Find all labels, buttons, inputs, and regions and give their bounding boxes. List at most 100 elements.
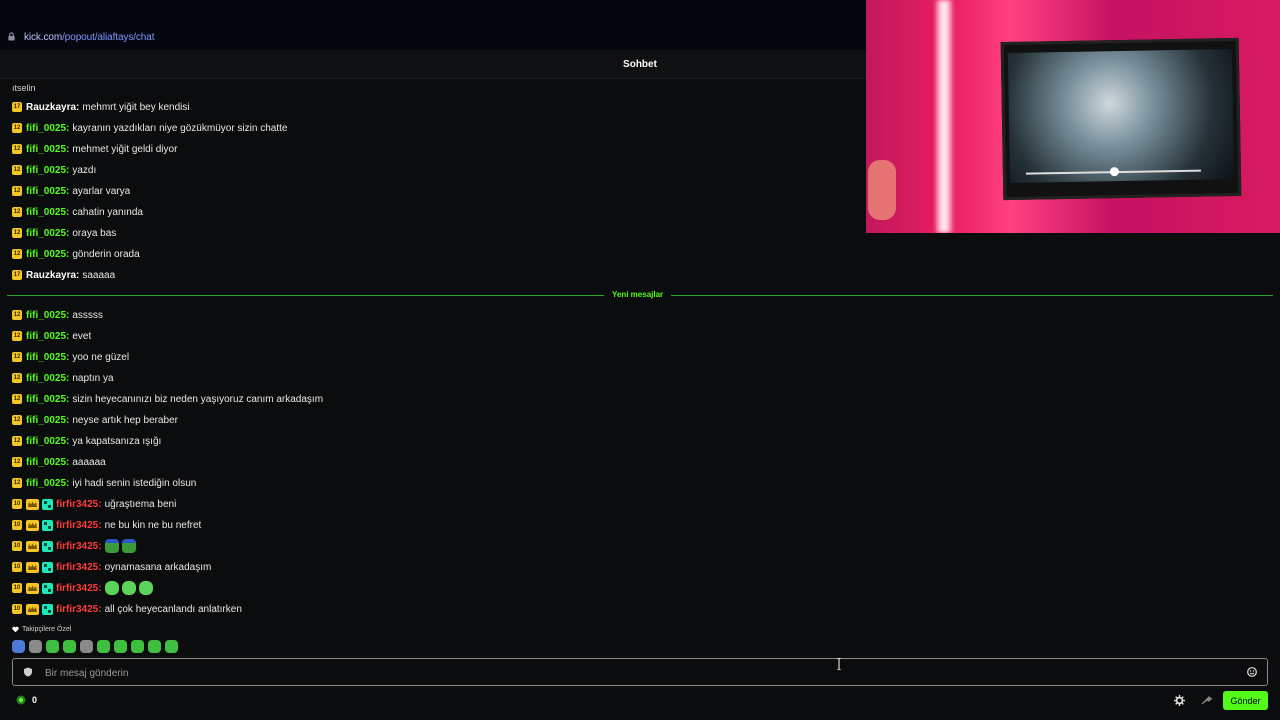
chat-message-text: neyse artık hep beraber bbox=[72, 414, 178, 426]
crown-badge-icon bbox=[26, 603, 39, 615]
chat-message-text: cahatin yanında bbox=[72, 206, 143, 218]
subscriber-badge-icon: 10 bbox=[12, 604, 22, 614]
chat-message: 12 fifi_0025: ya kapatsanıza ışığı bbox=[12, 433, 161, 449]
chat-username[interactable]: firfir3425: bbox=[56, 583, 102, 594]
chat-username[interactable]: fifi_0025: bbox=[26, 186, 69, 197]
pin-icon[interactable] bbox=[1200, 695, 1213, 706]
chat-message-text: sizin heyecanınızı biz neden yaşıyoruz c… bbox=[72, 393, 324, 405]
subscriber-badge-icon: 12 bbox=[12, 228, 22, 238]
chat-username[interactable]: fifi_0025: bbox=[26, 436, 69, 447]
subscriber-badge-icon: 12 bbox=[12, 457, 22, 467]
chat-message-text: gönderin orada bbox=[72, 248, 140, 260]
emote-5-icon[interactable] bbox=[80, 640, 93, 653]
subscriber-badge-icon: 10 bbox=[12, 499, 22, 509]
subscriber-badge-icon: 17 bbox=[12, 102, 22, 112]
chat-username[interactable]: Rauzkayra: bbox=[26, 270, 79, 281]
subscriber-badge-icon: 12 bbox=[12, 394, 22, 404]
emote-7-icon[interactable] bbox=[114, 640, 127, 653]
subscriber-badge-icon: 12 bbox=[12, 207, 22, 217]
subscriber-badge-icon: 12 bbox=[12, 310, 22, 320]
message-input[interactable] bbox=[43, 663, 1237, 683]
chat-message: 12 fifi_0025: mehmet yiğit geldi diyor bbox=[12, 141, 177, 157]
chat-username[interactable]: fifi_0025: bbox=[26, 352, 69, 363]
neon-light bbox=[936, 0, 952, 233]
chat-username[interactable]: fifi_0025: bbox=[26, 310, 69, 321]
browser-url-bar[interactable]: kick.com/popout/aliaftays/chat bbox=[0, 0, 866, 50]
chat-message: 17 Rauzkayra: saaaaa bbox=[12, 267, 115, 283]
chat-message-text: yazdı bbox=[72, 164, 97, 176]
chat-message-text: yoo ne güzel bbox=[72, 351, 130, 363]
subscriber-badge-icon: 12 bbox=[12, 249, 22, 259]
chat-message-text: kayranın yazdıkları niye gözükmüyor sizi… bbox=[72, 122, 288, 134]
tv-screen bbox=[1000, 37, 1242, 201]
subscriber-badge-icon: 12 bbox=[12, 186, 22, 196]
heart-icon bbox=[12, 626, 19, 633]
subscriber-badge-icon: 10 bbox=[12, 520, 22, 530]
url-path: /popout/aliaftays/chat bbox=[62, 32, 155, 43]
chat-message: 17 Rauzkayra: mehmrt yiğit bey kendisi bbox=[12, 99, 190, 115]
chat-message-text: naptın ya bbox=[72, 372, 114, 384]
chat-message: 12 fifi_0025: cahatin yanında bbox=[12, 204, 143, 220]
emote-9-icon[interactable] bbox=[148, 640, 161, 653]
chat-message-text: evet bbox=[72, 330, 92, 342]
chat-message: 10 firfir3425: bbox=[12, 580, 153, 596]
chat-username[interactable]: firfir3425: bbox=[56, 499, 102, 510]
gifter-badge-icon bbox=[42, 519, 53, 531]
crown-badge-icon bbox=[26, 561, 39, 573]
chat-message: 10 firfir3425: bbox=[12, 538, 136, 554]
emoji-picker-icon[interactable] bbox=[1247, 667, 1257, 677]
message-input-box[interactable] bbox=[12, 658, 1268, 686]
crown-badge-icon bbox=[26, 519, 39, 531]
chat-message-text: mehmet yiğit geldi diyor bbox=[72, 143, 178, 155]
subscriber-badge-icon: 12 bbox=[12, 415, 22, 425]
chat-username[interactable]: fifi_0025: bbox=[26, 331, 69, 342]
gear-icon[interactable] bbox=[1174, 695, 1185, 706]
chat-username[interactable]: firfir3425: bbox=[56, 562, 102, 573]
chat-message: 12 fifi_0025: naptın ya bbox=[12, 370, 114, 386]
chat-username[interactable]: fifi_0025: bbox=[26, 228, 69, 239]
gifter-badge-icon bbox=[42, 561, 53, 573]
send-button[interactable]: Gönder bbox=[1223, 691, 1268, 710]
stream-video-player[interactable] bbox=[866, 0, 1280, 233]
emote-6-icon[interactable] bbox=[97, 640, 110, 653]
emote-1-icon[interactable] bbox=[12, 640, 25, 653]
chat-message: 12 fifi_0025: ayarlar varya bbox=[12, 183, 130, 199]
chat-username[interactable]: fifi_0025: bbox=[26, 457, 69, 468]
emote-10-icon[interactable] bbox=[165, 640, 178, 653]
chat-message: 10 firfir3425: all çok heyecanlandı anlatı… bbox=[12, 601, 242, 617]
emote-4-icon[interactable] bbox=[63, 640, 76, 653]
url-text[interactable]: kick.com/popout/aliaftays/chat bbox=[24, 32, 155, 43]
emote-8-icon[interactable] bbox=[131, 640, 144, 653]
chat-username[interactable]: fifi_0025: bbox=[26, 415, 69, 426]
chat-username[interactable]: Rauzkayra: bbox=[26, 102, 79, 113]
lock-icon bbox=[8, 32, 15, 41]
subscriber-badge-icon: 12 bbox=[12, 478, 22, 488]
chat-username[interactable]: fifi_0025: bbox=[26, 249, 69, 260]
followers-only-label: Takipçilere Özel bbox=[22, 626, 72, 633]
chat-message-text: all çok heyecanlandı anlatırken bbox=[104, 603, 242, 615]
subscriber-badge-icon: 10 bbox=[12, 562, 22, 572]
emote-2-icon[interactable] bbox=[29, 640, 42, 653]
chat-message-text: asssss bbox=[72, 309, 103, 321]
text-cursor-icon bbox=[837, 658, 841, 670]
points-value: 0 bbox=[32, 695, 38, 705]
gifter-badge-icon bbox=[42, 582, 53, 594]
url-host: kick.com bbox=[24, 32, 63, 43]
channel-points[interactable]: 0 bbox=[16, 695, 37, 705]
emote-3-icon[interactable] bbox=[46, 640, 59, 653]
chat-username[interactable]: fifi_0025: bbox=[26, 373, 69, 384]
tv-progress-knob bbox=[1109, 167, 1119, 177]
chat-username[interactable]: firfir3425: bbox=[56, 520, 102, 531]
chat-username[interactable]: fifi_0025: bbox=[26, 394, 69, 405]
chat-message-text: saaaaa bbox=[82, 269, 116, 281]
chat-username[interactable]: fifi_0025: bbox=[26, 165, 69, 176]
chat-username[interactable]: fifi_0025: bbox=[26, 144, 69, 155]
gifter-badge-icon bbox=[42, 498, 53, 510]
chat-username[interactable]: fifi_0025: bbox=[26, 478, 69, 489]
chat-username[interactable]: firfir3425: bbox=[56, 541, 102, 552]
chat-username[interactable]: fifi_0025: bbox=[26, 123, 69, 134]
chat-username[interactable]: fifi_0025: bbox=[26, 207, 69, 218]
chat-username[interactable]: firfir3425: bbox=[56, 604, 102, 615]
chat-message: 10 firfir3425: oynamasana arkadaşım bbox=[12, 559, 211, 575]
chat-message-text: ya kapatsanıza ışığı bbox=[72, 435, 162, 447]
